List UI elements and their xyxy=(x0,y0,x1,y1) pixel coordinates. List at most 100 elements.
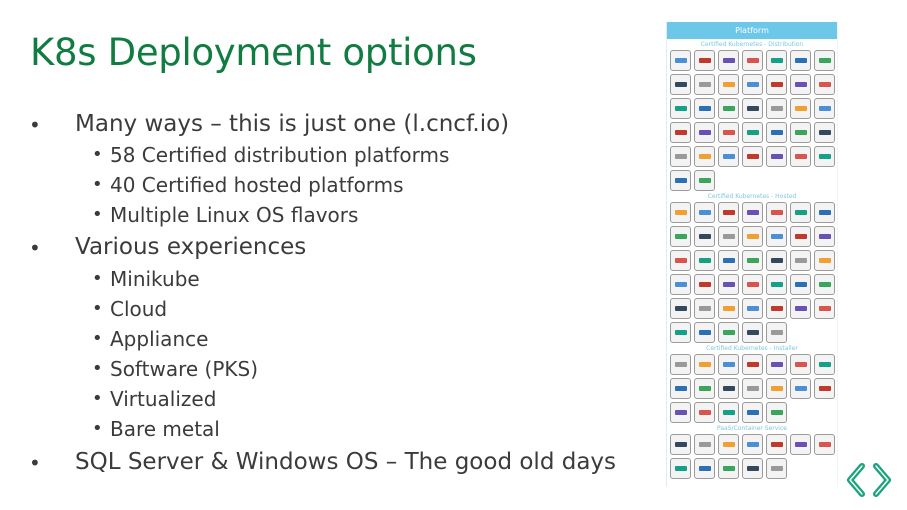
vendor-logo-tile xyxy=(814,378,835,399)
vendor-logo-tile xyxy=(718,322,739,343)
vendor-logo-tile xyxy=(670,274,691,295)
vendor-logo-tile xyxy=(718,146,739,167)
vendor-logo-tile xyxy=(814,122,835,143)
vendor-logo-tile xyxy=(790,298,811,319)
vendor-logo-icon xyxy=(794,386,807,391)
vendor-logo-icon xyxy=(674,306,687,311)
vendor-logo-icon xyxy=(746,282,759,287)
vendor-logo-tile xyxy=(742,274,763,295)
vendor-logo-icon xyxy=(698,130,711,135)
vendor-logo-tile xyxy=(790,74,811,95)
vendor-logo-tile xyxy=(814,74,835,95)
vendor-logo-tile xyxy=(670,202,691,223)
vendor-logo-icon xyxy=(698,106,711,111)
vendor-logo-icon xyxy=(794,82,807,87)
vendor-logo-tile xyxy=(766,298,787,319)
vendor-logo-icon xyxy=(722,106,735,111)
bullet-icon: • xyxy=(92,268,103,289)
vendor-logo-tile xyxy=(814,298,835,319)
vendor-logo-icon xyxy=(818,362,831,367)
section-title: PaaS/Container Service xyxy=(717,425,787,432)
vendor-logo-icon xyxy=(722,442,735,447)
vendor-logo-icon xyxy=(722,466,735,471)
vendor-logo-tile xyxy=(814,274,835,295)
vendor-logo-icon xyxy=(770,410,783,415)
vendor-logo-tile xyxy=(718,402,739,423)
bullet-text: Virtualized xyxy=(110,387,217,411)
vendor-logo-tile xyxy=(694,122,715,143)
vendor-logo-tile xyxy=(790,226,811,247)
vendor-logo-tile xyxy=(766,202,787,223)
vendor-logo-tile xyxy=(742,98,763,119)
vendor-logo-tile xyxy=(718,250,739,271)
vendor-logo-icon xyxy=(746,306,759,311)
bullet-icon: • xyxy=(92,388,103,409)
vendor-logo-tile xyxy=(670,98,691,119)
vendor-logo-tile xyxy=(790,50,811,71)
vendor-logo-icon xyxy=(746,466,759,471)
bullet-icon: • xyxy=(92,358,103,379)
vendor-logo-tile xyxy=(742,378,763,399)
vendor-logo-icon xyxy=(818,442,831,447)
vendor-logo-icon xyxy=(818,306,831,311)
vendor-logo-tile xyxy=(742,434,763,455)
vendor-logo-icon xyxy=(818,282,831,287)
vendor-logo-tile xyxy=(694,202,715,223)
vendor-logo-icon xyxy=(698,154,711,159)
slide-title: K8s Deployment options xyxy=(30,31,477,74)
vendor-logo-icon xyxy=(698,386,711,391)
vendor-logo-icon xyxy=(746,58,759,63)
logo-grid xyxy=(667,434,837,479)
vendor-logo-tile xyxy=(814,250,835,271)
vendor-logo-tile xyxy=(670,122,691,143)
vendor-logo-tile xyxy=(790,274,811,295)
vendor-logo-icon xyxy=(794,362,807,367)
vendor-logo-tile xyxy=(694,50,715,71)
bullet-text: Many ways – this is just one (l.cncf.io) xyxy=(75,111,510,137)
vendor-logo-tile xyxy=(694,74,715,95)
vendor-logo-tile xyxy=(766,226,787,247)
vendor-logo-tile xyxy=(694,458,715,479)
vendor-logo-tile xyxy=(718,202,739,223)
vendor-logo-icon xyxy=(674,330,687,335)
vendor-logo-icon xyxy=(722,306,735,311)
vendor-logo-tile xyxy=(694,354,715,375)
vendor-logo-tile xyxy=(766,250,787,271)
bullet-icon: • xyxy=(92,298,103,319)
vendor-logo-icon xyxy=(746,154,759,159)
vendor-logo-tile xyxy=(766,378,787,399)
vendor-logo-icon xyxy=(698,234,711,239)
vendor-logo-icon xyxy=(794,234,807,239)
bullet-icon: • xyxy=(92,144,103,165)
bullet-icon: • xyxy=(29,236,41,260)
vendor-logo-tile xyxy=(718,50,739,71)
vendor-logo-icon xyxy=(818,82,831,87)
bullet-icon: • xyxy=(29,113,41,137)
vendor-logo-icon xyxy=(770,58,783,63)
vendor-logo-icon xyxy=(722,330,735,335)
vendor-logo-tile xyxy=(742,74,763,95)
vendor-logo-icon xyxy=(698,306,711,311)
bullet-text: Software (PKS) xyxy=(110,357,258,381)
vendor-logo-tile xyxy=(814,226,835,247)
vendor-logo-icon xyxy=(770,258,783,263)
vendor-logo-tile xyxy=(790,434,811,455)
vendor-logo-icon xyxy=(818,258,831,263)
vendor-logo-icon xyxy=(674,386,687,391)
vendor-logo-icon xyxy=(674,106,687,111)
vendor-logo-icon xyxy=(722,282,735,287)
vendor-logo-icon xyxy=(818,210,831,215)
vendor-logo-tile xyxy=(670,354,691,375)
vendor-logo-icon xyxy=(746,82,759,87)
vendor-logo-icon xyxy=(698,210,711,215)
vendor-logo-tile xyxy=(718,354,739,375)
vendor-logo-tile xyxy=(814,354,835,375)
vendor-logo-icon xyxy=(818,386,831,391)
bullet-icon: • xyxy=(29,451,41,475)
vendor-logo-icon xyxy=(746,386,759,391)
vendor-logo-icon xyxy=(722,362,735,367)
vendor-logo-tile xyxy=(718,458,739,479)
vendor-logo-icon xyxy=(746,210,759,215)
vendor-logo-icon xyxy=(818,130,831,135)
vendor-logo-tile xyxy=(814,50,835,71)
